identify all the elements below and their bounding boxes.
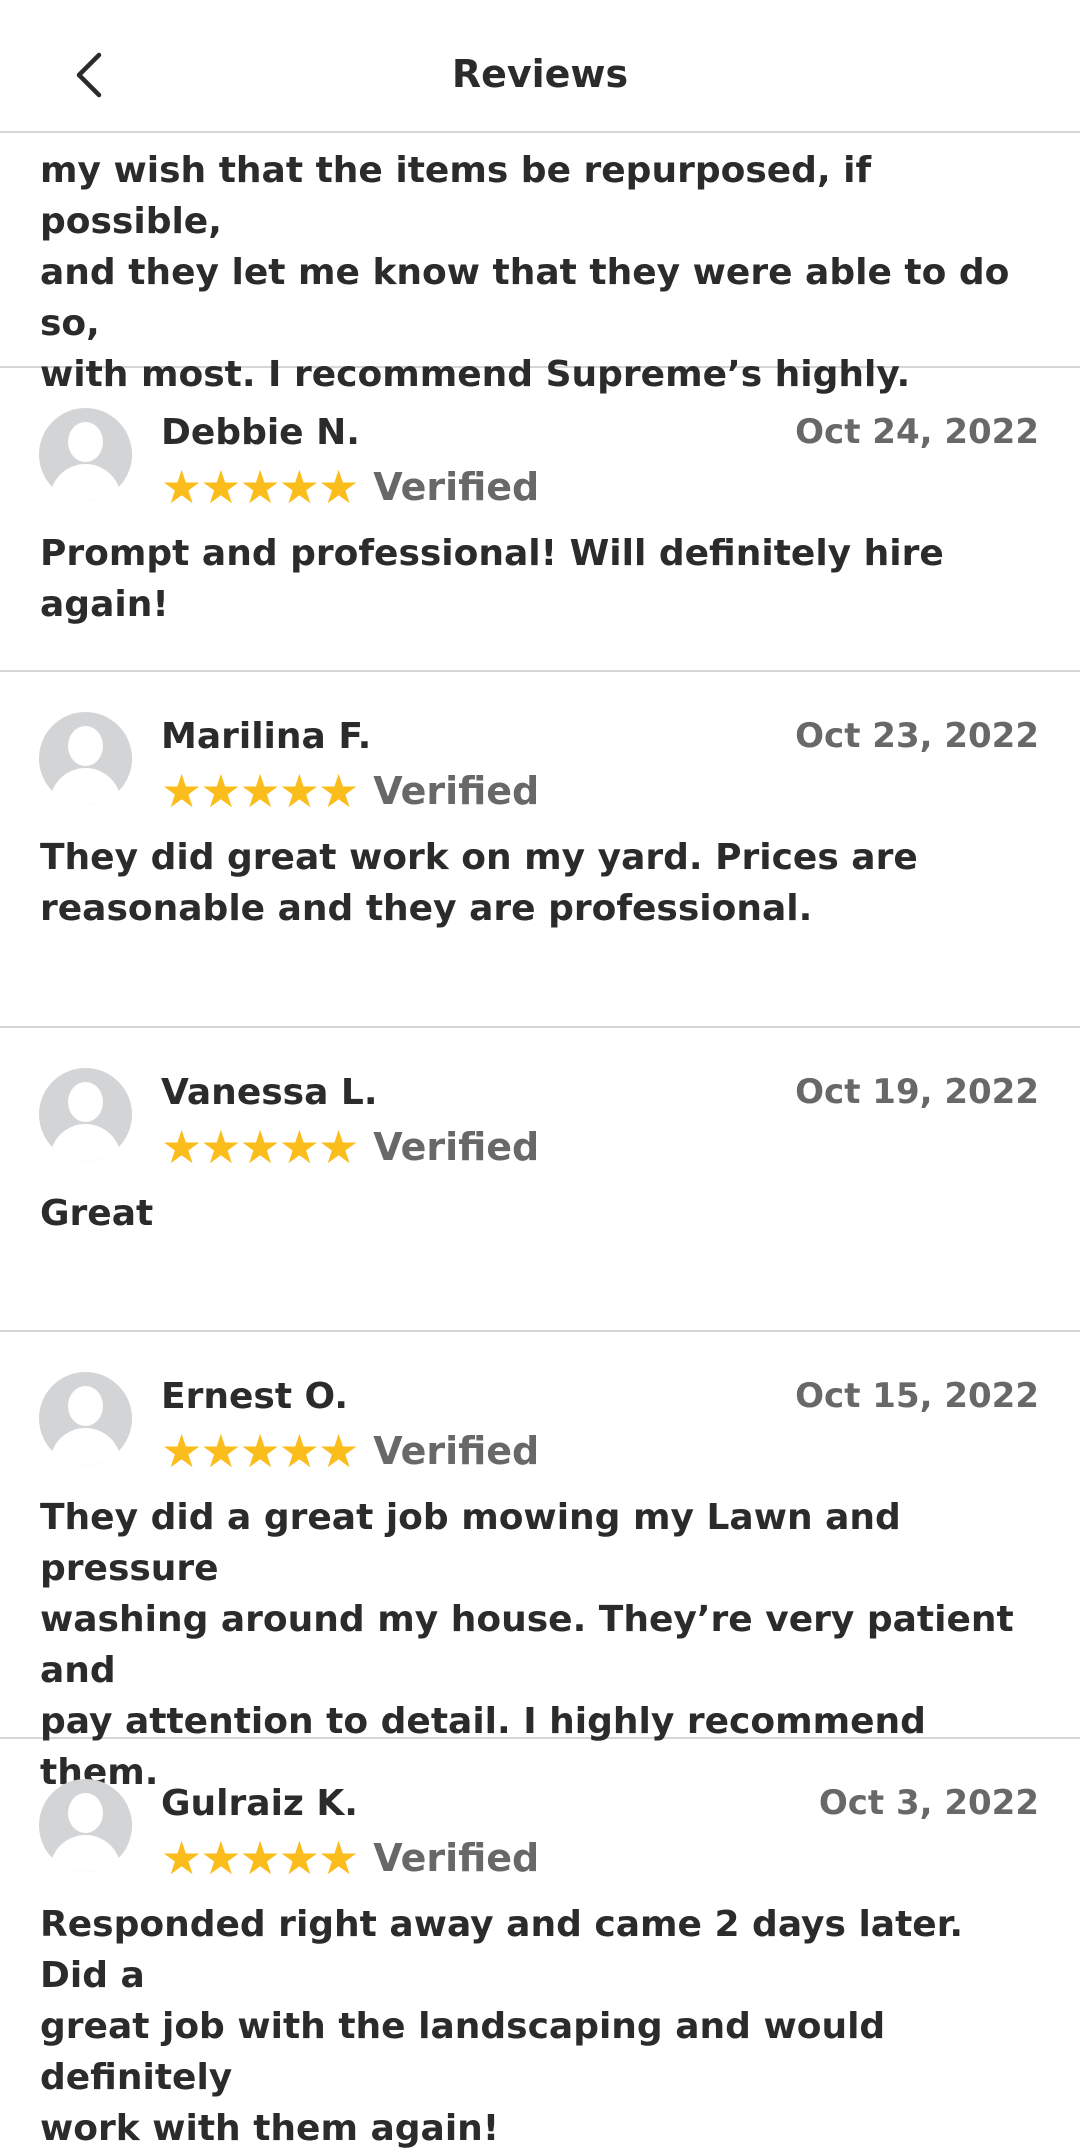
review-item: Vanessa L. Oct 19, 2022 ★ ★ ★ ★ ★ Verified G… — [0, 1028, 1080, 1332]
review-text-line: Responded right away and came 2 days lat… — [40, 1904, 963, 1996]
star-icon: ★ — [278, 1424, 320, 1478]
avatar — [39, 712, 132, 805]
star-icon: ★ — [318, 1831, 359, 1885]
avatar — [39, 1372, 132, 1465]
review-text-line: work with them again! — [40, 2108, 500, 2149]
reviewer-name: Debbie N. — [161, 412, 360, 453]
star-icon: ★ — [161, 1831, 202, 1885]
star-icon: ★ — [161, 764, 202, 818]
review-text-line: and they let me know that they were able… — [40, 252, 1010, 344]
review-text-line: great job with the landscaping and would… — [40, 2006, 886, 2098]
reviewer-name: Marilina F. — [161, 716, 372, 757]
review-item: Gulraiz K. Oct 3, 2022 ★ ★ ★ ★ ★ Verified Re… — [0, 1739, 1080, 2149]
review-text-line: Great — [40, 1193, 154, 1234]
star-icon: ★ — [318, 1424, 359, 1478]
star-icon: ★ — [161, 1424, 202, 1478]
review-item: Ernest O. Oct 15, 2022 ★ ★ ★ ★ ★ Verified Th… — [0, 1332, 1080, 1793]
star-icon: ★ — [161, 1120, 202, 1174]
star-icon: ★ — [200, 460, 241, 514]
avatar — [39, 1068, 132, 1161]
star-icon: ★ — [161, 460, 202, 514]
review-date: Oct 24, 2022 — [795, 412, 1039, 452]
review-text-line: They did great work on my yard. Prices a… — [40, 837, 918, 878]
reviewer-name: Ernest O. — [161, 1376, 349, 1417]
star-icon: ★ — [278, 1831, 320, 1885]
review-date: Oct 15, 2022 — [795, 1376, 1039, 1416]
reviewer-name: Gulraiz K. — [161, 1783, 358, 1824]
rating-row: ★ ★ ★ ★ ★ Verified — [161, 1428, 539, 1474]
rating-row: ★ ★ ★ ★ ★ Verified — [161, 1124, 539, 1170]
review-text-line: my wish that the items be repurposed, if… — [40, 150, 872, 242]
star-icon: ★ — [278, 460, 320, 514]
star-icon: ★ — [318, 764, 359, 818]
star-icon: ★ — [239, 1424, 281, 1478]
review-date: Oct 23, 2022 — [795, 716, 1039, 756]
review-item: Marilina F. Oct 23, 2022 ★ ★ ★ ★ ★ Verified … — [0, 672, 1080, 1028]
review-text-partial: my wish that the items be repurposed, if… — [0, 133, 1080, 395]
avatar — [39, 1779, 132, 1872]
review-text: They did great work on my yard. Prices a… — [40, 832, 1040, 934]
star-rating: ★ ★ ★ ★ ★ — [161, 764, 359, 818]
verified-badge: Verified — [373, 465, 540, 509]
review-text: Great — [40, 1188, 1040, 1239]
star-rating: ★ ★ ★ ★ ★ — [161, 1424, 359, 1478]
star-icon: ★ — [318, 460, 359, 514]
star-icon: ★ — [239, 460, 281, 514]
rating-row: ★ ★ ★ ★ ★ Verified — [161, 768, 539, 814]
review-date: Oct 19, 2022 — [795, 1072, 1039, 1112]
review-text-line: Prompt and professional! Will definitely… — [40, 533, 944, 625]
star-icon: ★ — [318, 1120, 359, 1174]
star-icon: ★ — [239, 1831, 281, 1885]
star-icon: ★ — [239, 764, 281, 818]
rating-row: ★ ★ ★ ★ ★ Verified — [161, 464, 539, 510]
star-icon: ★ — [200, 764, 241, 818]
review-item: Debbie N. Oct 24, 2022 ★ ★ ★ ★ ★ Verified Pr… — [0, 368, 1080, 672]
review-text: Prompt and professional! Will definitely… — [40, 528, 1040, 630]
review-text-line: reasonable and they are professional. — [40, 888, 813, 929]
verified-badge: Verified — [373, 1836, 540, 1880]
star-icon: ★ — [200, 1831, 241, 1885]
star-icon: ★ — [278, 764, 320, 818]
star-icon: ★ — [200, 1424, 241, 1478]
star-rating: ★ ★ ★ ★ ★ — [161, 460, 359, 514]
star-icon: ★ — [239, 1120, 281, 1174]
star-rating: ★ ★ ★ ★ ★ — [161, 1120, 359, 1174]
avatar — [39, 408, 132, 501]
page-title: Reviews — [451, 52, 629, 96]
reviews-list[interactable]: my wish that the items be repurposed, if… — [0, 133, 1080, 2149]
app-header: Reviews — [0, 0, 1080, 133]
verified-badge: Verified — [373, 1125, 540, 1169]
star-icon: ★ — [200, 1120, 241, 1174]
rating-row: ★ ★ ★ ★ ★ Verified — [161, 1835, 539, 1881]
reviewer-name: Vanessa L. — [161, 1072, 378, 1113]
review-date: Oct 3, 2022 — [818, 1783, 1039, 1823]
star-rating: ★ ★ ★ ★ ★ — [161, 1831, 359, 1885]
star-icon: ★ — [278, 1120, 320, 1174]
review-text: Responded right away and came 2 days lat… — [40, 1899, 1040, 2154]
verified-badge: Verified — [373, 1429, 540, 1473]
review-text-line: washing around my house. They’re very pa… — [40, 1599, 1014, 1691]
review-text-line: They did a great job mowing my Lawn and … — [40, 1497, 901, 1589]
verified-badge: Verified — [373, 769, 540, 813]
